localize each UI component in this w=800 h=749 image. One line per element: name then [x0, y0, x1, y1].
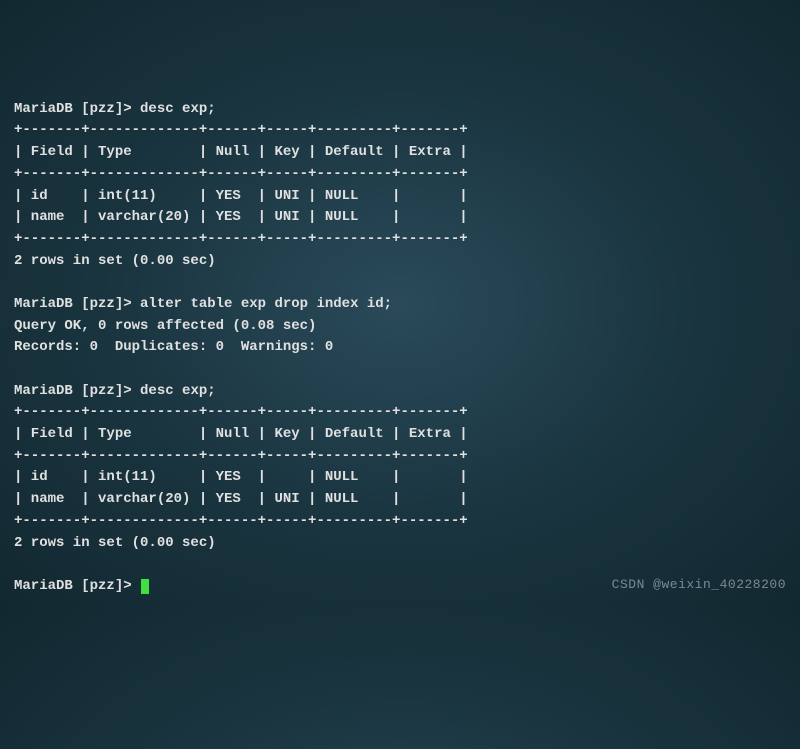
- rows-msg-2: 2 rows in set (0.00 sec): [14, 535, 216, 551]
- command-1: desc exp;: [140, 101, 216, 117]
- terminal-output: MariaDB [pzz]> desc exp; +-------+------…: [14, 99, 786, 598]
- prompt-2: MariaDB [pzz]> alter table exp drop inde…: [14, 296, 392, 312]
- prompt-prefix-4: MariaDB [pzz]>: [14, 578, 140, 594]
- table1-row-1: | name | varchar(20) | YES | UNI | NULL …: [14, 209, 468, 225]
- rows-msg-1: 2 rows in set (0.00 sec): [14, 253, 216, 269]
- table2-sep-bot: +-------+-------------+------+-----+----…: [14, 513, 468, 529]
- cursor: [141, 579, 149, 594]
- table2-row-0: | id | int(11) | YES | | NULL | |: [14, 469, 468, 485]
- table2-sep-top: +-------+-------------+------+-----+----…: [14, 404, 468, 420]
- table1-sep-top: +-------+-------------+------+-----+----…: [14, 122, 468, 138]
- table1-header: | Field | Type | Null | Key | Default | …: [14, 144, 468, 160]
- prompt-prefix-2: MariaDB [pzz]>: [14, 296, 140, 312]
- watermark: CSDN @weixin_40228200: [612, 575, 786, 595]
- alter-response: Query OK, 0 rows affected (0.08 sec) Rec…: [14, 318, 333, 356]
- table2-sep-mid: +-------+-------------+------+-----+----…: [14, 448, 468, 464]
- table1-row-0: | id | int(11) | YES | UNI | NULL | |: [14, 188, 468, 204]
- table2-row-1: | name | varchar(20) | YES | UNI | NULL …: [14, 491, 468, 507]
- prompt-prefix-3: MariaDB [pzz]>: [14, 383, 140, 399]
- prompt-prefix: MariaDB [pzz]>: [14, 101, 140, 117]
- table1-sep-mid: +-------+-------------+------+-----+----…: [14, 166, 468, 182]
- command-2: alter table exp drop index id;: [140, 296, 392, 312]
- prompt-4[interactable]: MariaDB [pzz]>: [14, 578, 149, 594]
- table2-header: | Field | Type | Null | Key | Default | …: [14, 426, 468, 442]
- prompt-1: MariaDB [pzz]> desc exp;: [14, 101, 216, 117]
- table1-sep-bot: +-------+-------------+------+-----+----…: [14, 231, 468, 247]
- prompt-3: MariaDB [pzz]> desc exp;: [14, 383, 216, 399]
- command-3: desc exp;: [140, 383, 216, 399]
